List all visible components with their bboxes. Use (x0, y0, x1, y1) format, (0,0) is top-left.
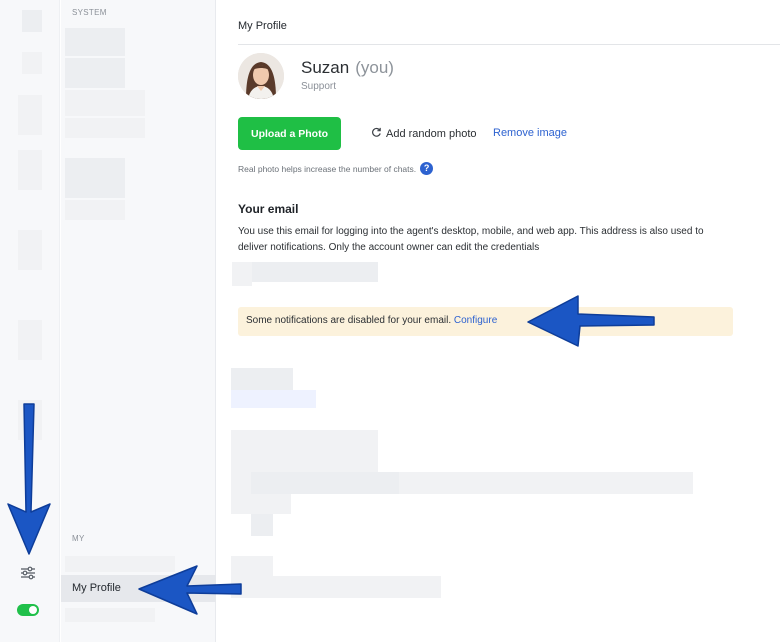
configure-link[interactable]: Configure (454, 315, 497, 326)
section-heading-my: MY (72, 534, 85, 543)
blurred-link[interactable] (231, 390, 316, 408)
blurred-content (231, 450, 378, 472)
remove-image-link[interactable]: Remove image (493, 127, 567, 139)
settings-section-list: SYSTEM MY My Profile (61, 0, 216, 642)
notice-text: Some notifications are disabled for your… (246, 315, 452, 326)
blurred-nav-item[interactable] (65, 556, 175, 572)
blurred-nav-item[interactable] (65, 118, 145, 138)
main-content: My Profile Suzan (you) Support Upload a P… (216, 0, 780, 642)
blurred-nav-item[interactable] (65, 608, 155, 622)
nav-item-label: My Profile (72, 582, 121, 594)
blurred-rail-item (18, 95, 42, 135)
add-random-photo-label: Add random photo (386, 128, 477, 140)
icon-rail (0, 0, 60, 642)
photo-hint-text: Real photo helps increase the number of … (238, 163, 417, 174)
profile-name: Suzan (301, 58, 350, 77)
status-toggle[interactable] (17, 604, 39, 616)
user-avatar[interactable] (238, 53, 284, 99)
blurred-content (231, 494, 291, 514)
blurred-content (231, 576, 441, 598)
help-icon[interactable]: ? (420, 162, 434, 175)
email-section-heading: Your email (238, 202, 299, 216)
refresh-icon (371, 127, 382, 141)
sliders-icon[interactable] (19, 565, 37, 581)
section-heading-system: SYSTEM (72, 8, 107, 17)
blurred-nav-item[interactable] (65, 158, 125, 198)
blurred-rail-item (18, 320, 42, 360)
notice-message: Some notifications are disabled for your… (246, 315, 497, 326)
blurred-input-value (251, 472, 399, 494)
notifications-notice: Some notifications are disabled for your… (238, 307, 733, 336)
blurred-content (231, 430, 378, 450)
profile-role: Support (301, 81, 337, 92)
blurred-rail-item (18, 230, 42, 270)
blurred-content (231, 556, 273, 576)
blurred-nav-item[interactable] (65, 28, 125, 56)
profile-name-line: Suzan (you) (301, 58, 394, 78)
blurred-rail-item (22, 10, 42, 32)
blurred-nav-item[interactable] (65, 200, 125, 220)
blurred-rail-item (18, 150, 42, 190)
divider (238, 44, 780, 45)
upload-photo-button[interactable]: Upload a Photo (238, 117, 341, 150)
you-tag: (you) (355, 58, 394, 77)
photo-hint: Real photo helps increase the number of … (238, 162, 434, 175)
blurred-email-value (252, 262, 378, 282)
blurred-rail-item (18, 400, 42, 440)
email-description: You use this email for logging into the … (238, 226, 704, 253)
page-title: My Profile (238, 20, 287, 32)
blurred-email-value (232, 262, 252, 286)
blurred-content (251, 514, 273, 536)
add-random-photo-button[interactable]: Add random photo (371, 127, 477, 141)
blurred-nav-item[interactable] (65, 58, 125, 88)
blurred-nav-item[interactable] (65, 90, 145, 116)
blurred-rail-item (22, 52, 42, 74)
blurred-content (231, 368, 293, 390)
nav-item-my-profile[interactable]: My Profile (61, 575, 216, 602)
